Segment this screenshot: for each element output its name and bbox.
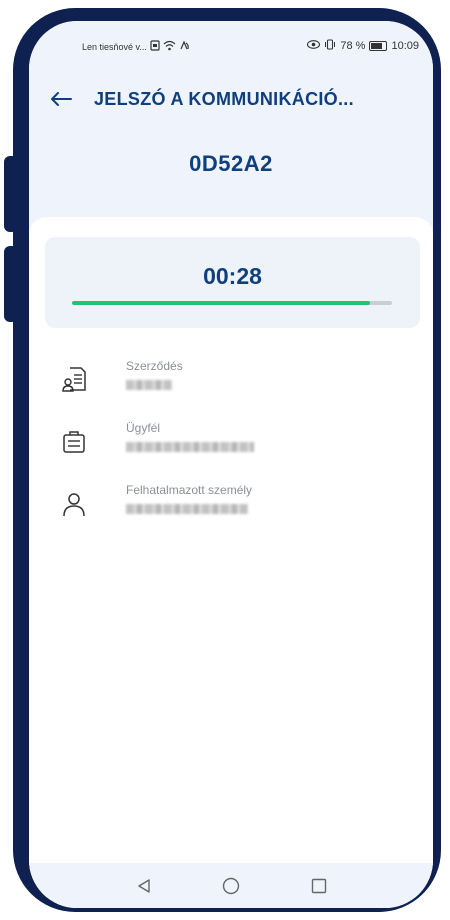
info-label: Szerződés: [126, 359, 183, 373]
status-right: 78 % 10:09: [307, 39, 419, 53]
countdown-progress-bar: [72, 301, 392, 305]
countdown-progress-fill: [72, 301, 370, 305]
info-row-client: Ügyfél: [29, 419, 433, 469]
countdown-timer: 00:28: [203, 263, 262, 289]
content-sheet: 00:28 Szerződés Ügyfél Felhatalmazott sz…: [29, 217, 433, 907]
vibrate-icon: [324, 39, 336, 53]
info-row-authorized-person: Felhatalmazott személy: [29, 481, 433, 531]
phone-screen: Len tiesňové v... 78 % 10:09 JELSZÓ A KO…: [29, 21, 433, 908]
arrow-left-icon: [51, 92, 72, 106]
page-title: JELSZÓ A KOMMUNIKÁCIÓ...: [94, 88, 354, 109]
timer-card: 00:28: [45, 237, 420, 328]
info-label: Ügyfél: [126, 421, 161, 435]
info-row-contract: Szerződés: [29, 357, 433, 407]
sim-icon: [150, 40, 160, 53]
wifi-icon: [163, 40, 176, 53]
clock-time: 10:09: [391, 40, 419, 52]
app-nav-bar: JELSZÓ A KOMMUNIKÁCIÓ...: [29, 81, 433, 117]
battery-icon: [369, 41, 388, 51]
system-home-button[interactable]: [220, 875, 242, 897]
redacted-value: [126, 504, 248, 514]
battery-percent: 78 %: [340, 40, 366, 52]
system-recents-button[interactable]: [308, 875, 330, 897]
status-bar: Len tiesňové v... 78 % 10:09: [29, 37, 433, 57]
volume-button: [4, 156, 18, 232]
carrier-text: Len tiesňové v...: [82, 41, 147, 52]
nfc-icon: [179, 40, 191, 53]
square-recents-icon: [311, 878, 327, 894]
info-label: Felhatalmazott személy: [126, 483, 253, 497]
back-button[interactable]: [46, 84, 76, 114]
redacted-value: [126, 442, 254, 452]
triangle-back-icon: [138, 879, 150, 893]
redacted-value: [126, 380, 172, 390]
eye-icon: [307, 40, 321, 52]
status-left: Len tiesňové v...: [82, 40, 191, 53]
system-back-button[interactable]: [133, 875, 155, 897]
power-button: [4, 246, 18, 322]
system-nav-bar: [29, 863, 433, 908]
circle-home-icon: [222, 877, 240, 895]
contract-icon: [61, 365, 87, 395]
verification-code: 0D52A2: [189, 151, 273, 176]
briefcase-icon: [61, 427, 87, 457]
person-icon: [61, 489, 87, 519]
